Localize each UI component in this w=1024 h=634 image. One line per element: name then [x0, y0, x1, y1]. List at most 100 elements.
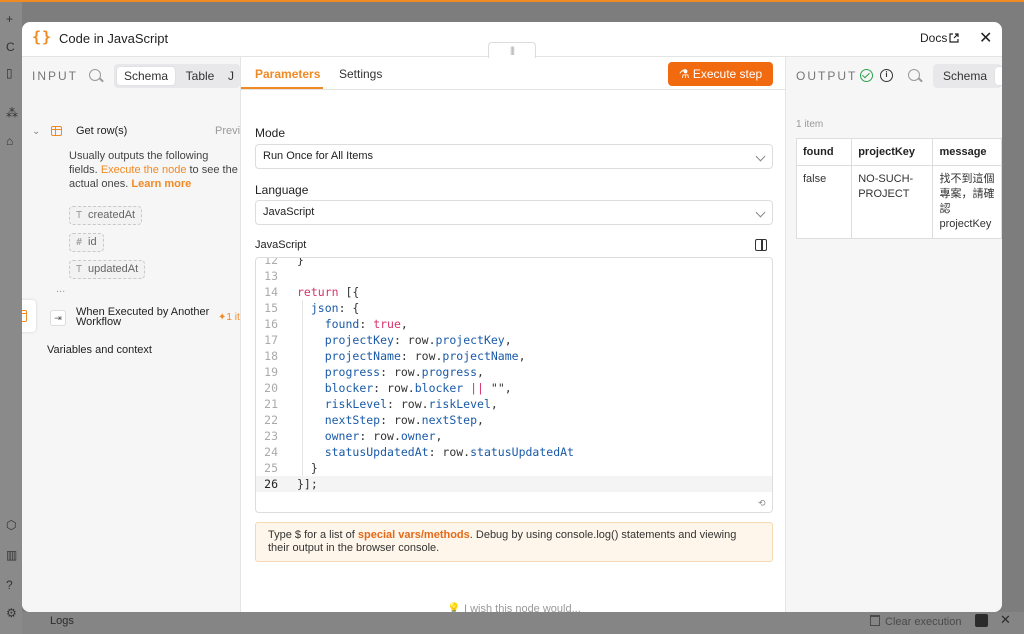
editor-resize-icon[interactable]: ⟲	[758, 498, 770, 510]
templates-icon[interactable]: ⬡	[6, 518, 20, 532]
input-table-floating-button[interactable]	[22, 300, 36, 332]
code-line: 13	[256, 268, 772, 284]
output-table: found projectKey message false NO-SUCH-P…	[795, 138, 1002, 239]
execute-node-link[interactable]: Execute the node	[101, 164, 187, 176]
search-icon[interactable]: C	[6, 40, 20, 54]
plus-icon[interactable]: +	[6, 12, 20, 26]
table-icon	[51, 126, 62, 136]
workflow-node-name[interactable]: When Executed by Another Workflow	[76, 307, 211, 328]
table-cell[interactable]: 找不到這個專案，請確認 projectKey	[932, 165, 1002, 239]
code-line: 24 statusUpdatedAt: row.statusUpdatedAt	[256, 444, 772, 460]
trash-icon	[870, 615, 880, 626]
code-line: 12}	[256, 257, 772, 268]
code-line: 18 projectName: row.projectName,	[256, 348, 772, 364]
line-text: nextStep: row.nextStep,	[324, 413, 484, 427]
chevron-down-icon	[755, 151, 766, 162]
code-line: 19 progress: row.progress,	[256, 364, 772, 380]
execute-step-button[interactable]: ⚗ Execute step	[668, 62, 773, 86]
mode-select[interactable]: Run Once for All Items	[255, 144, 773, 169]
panel-drag-handle[interactable]: |||	[488, 42, 536, 58]
input-tab-json[interactable]: J	[228, 67, 240, 85]
learn-more-link[interactable]: Learn more	[131, 178, 191, 190]
logs-toggle[interactable]: Logs	[50, 615, 74, 627]
logs-panel-icon[interactable]	[975, 614, 988, 627]
code-line: 20 blocker: row.blocker || "",	[256, 380, 772, 396]
external-link-icon	[949, 33, 959, 43]
info-icon[interactable]: i	[880, 69, 893, 82]
line-number: 26	[264, 477, 278, 491]
node-details-modal: {} Code in JavaScript Docs ✕ INPUT Schem…	[22, 22, 1002, 612]
tabs-divider	[241, 89, 787, 90]
code-line: 25 }	[256, 460, 772, 476]
tab-parameters[interactable]: Parameters	[255, 67, 320, 81]
feedback-link[interactable]: 💡 I wish this node would...	[241, 602, 787, 612]
input-search-icon[interactable]	[89, 69, 101, 81]
code-line: 14 return [{	[256, 284, 772, 300]
line-number: 21	[264, 397, 278, 411]
schema-field-createdAt[interactable]: TcreatedAt	[69, 206, 143, 225]
line-number: 18	[264, 349, 278, 363]
flask-icon: ⚗	[678, 67, 693, 81]
line-number: 12	[264, 257, 278, 267]
special-vars-link[interactable]: special vars/methods	[358, 529, 470, 541]
clear-execution-button[interactable]: Clear execution	[870, 615, 961, 628]
line-number: 19	[264, 365, 278, 379]
table-icon	[22, 310, 27, 322]
table-cell[interactable]: NO-SUCH-PROJECT	[851, 165, 934, 239]
open-in-panel-icon[interactable]	[755, 239, 767, 251]
table-header-row: found projectKey message	[795, 138, 1002, 166]
line-text: }];	[297, 477, 318, 491]
output-search-icon[interactable]	[908, 69, 920, 81]
close-modal-button[interactable]: ✕	[979, 28, 992, 48]
input-tab-schema[interactable]: Schema	[117, 67, 175, 85]
line-text: blocker: row.blocker || "",	[324, 381, 512, 395]
success-check-icon	[860, 69, 873, 82]
clear-execution-label: Clear execution	[885, 616, 962, 628]
line-text: found: true,	[324, 317, 408, 331]
modal-title[interactable]: Code in JavaScript	[59, 31, 168, 46]
more-fields-ellipsis: ...	[56, 283, 66, 295]
code-line: 23 owner: row.owner,	[256, 428, 772, 444]
language-select[interactable]: JavaScript	[255, 200, 773, 225]
help-icon[interactable]: ?	[6, 578, 20, 592]
schema-field-updatedAt[interactable]: TupdatedAt	[69, 260, 146, 279]
line-text: }	[297, 257, 304, 267]
home-icon[interactable]: ⌂	[6, 134, 20, 148]
code-tip-callout: Type $ for a list of special vars/method…	[255, 522, 773, 562]
tip-text: Type $ for a list of	[268, 529, 358, 541]
workflow-trigger-icon: ⇥	[50, 310, 66, 326]
line-number: 25	[264, 461, 278, 475]
insights-icon[interactable]: ▥	[6, 548, 20, 562]
line-number: 24	[264, 445, 278, 459]
column-header: found	[795, 138, 853, 166]
execute-step-label: Execute step	[692, 67, 763, 81]
line-number: 17	[264, 333, 278, 347]
variables-and-context[interactable]: Variables and context	[47, 344, 152, 356]
lightbulb-icon: 💡	[447, 603, 464, 612]
field-name: createdAt	[88, 209, 136, 221]
code-editor[interactable]: 12} 13 14 return [{ 15 json: { 16 found: …	[255, 257, 773, 513]
line-text: json: {	[310, 301, 360, 315]
table-cell[interactable]: false	[795, 165, 853, 239]
overview-icon[interactable]: ⁂	[6, 106, 20, 120]
column-header: projectKey	[851, 138, 934, 166]
workflow-count-label: 1 it	[226, 312, 240, 323]
logs-close-icon[interactable]: ✕	[1000, 612, 1011, 628]
panel-icon[interactable]: ▯	[6, 66, 20, 80]
schema-field-id[interactable]: # id	[69, 233, 104, 252]
chevron-down-icon[interactable]: ⌄	[32, 126, 40, 137]
language-label: Language	[255, 183, 309, 197]
tab-settings[interactable]: Settings	[339, 67, 382, 81]
table-row: false NO-SUCH-PROJECT 找不到這個專案，請確認 projec…	[795, 165, 1002, 239]
output-tab-schema[interactable]: Schema	[939, 67, 991, 85]
field-name: updatedAt	[88, 263, 139, 275]
input-tab-table[interactable]: Table	[180, 67, 220, 85]
field-type-icon: T	[76, 264, 83, 275]
field-name: id	[88, 236, 97, 248]
output-tab-table[interactable]	[995, 67, 1002, 85]
input-node-name[interactable]: Get row(s)	[76, 125, 127, 137]
line-text: projectName: row.projectName,	[324, 349, 526, 363]
settings-gear-icon[interactable]: ⚙	[6, 606, 20, 620]
code-line: 16 found: true,	[256, 316, 772, 332]
docs-link[interactable]: Docs	[920, 31, 959, 45]
